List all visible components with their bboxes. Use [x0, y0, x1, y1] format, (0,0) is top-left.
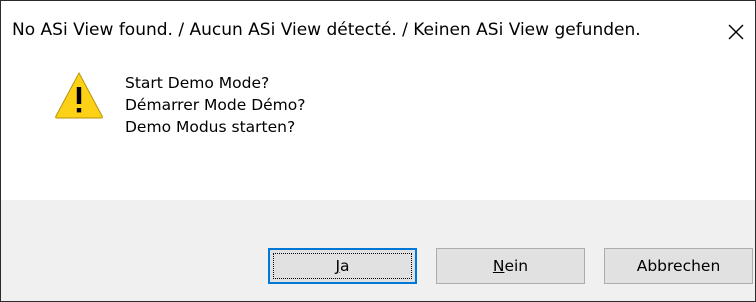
nein-mnemonic: N	[492, 257, 505, 275]
message-text: Start Demo Mode? Démarrer Mode Démo? Dem…	[125, 72, 305, 138]
close-button[interactable]	[719, 15, 753, 49]
ja-button[interactable]: Ja	[268, 248, 417, 284]
message-line-english: Start Demo Mode?	[125, 74, 270, 92]
abbrechen-button[interactable]: Abbrechen	[604, 248, 753, 284]
message-line-french: Démarrer Mode Démo?	[125, 96, 306, 114]
nein-button[interactable]: Nein	[436, 248, 585, 284]
dialog-content: Start Demo Mode? Démarrer Mode Démo? Dem…	[1, 63, 755, 200]
abbrechen-label: Abbrechen	[636, 257, 721, 275]
ja-label-rest: a	[340, 257, 350, 275]
button-bar: Ja Nein Abbrechen	[1, 200, 755, 301]
title-bar: No ASi View found. / Aucun ASi View déte…	[1, 1, 755, 63]
message-line-german: Demo Modus starten?	[125, 118, 296, 136]
dialog-title: No ASi View found. / Aucun ASi View déte…	[12, 20, 641, 40]
close-icon	[728, 24, 744, 40]
message-box-dialog: No ASi View found. / Aucun ASi View déte…	[0, 0, 756, 302]
warning-icon	[55, 71, 103, 119]
nein-label-rest: ein	[504, 257, 529, 275]
